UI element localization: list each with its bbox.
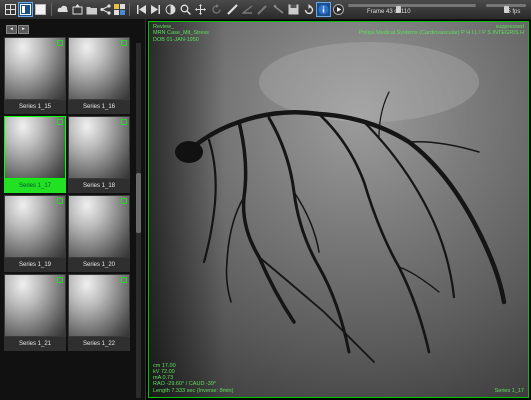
series-loaded-icon	[57, 40, 63, 46]
series-thumbnail-image	[68, 274, 130, 337]
save-icon[interactable]	[286, 2, 301, 17]
series-thumbnail-label: Series 1_19	[4, 258, 66, 272]
series-loaded-icon	[121, 119, 127, 125]
contrast-icon[interactable]	[163, 2, 178, 17]
series-thumbnail[interactable]: Series 1_16	[68, 37, 130, 114]
angle-icon[interactable]	[240, 2, 255, 17]
series-loaded-icon	[57, 277, 63, 283]
pan-icon[interactable]	[193, 2, 208, 17]
series-panel: ◂ ▸ Series 1_15 Series 1_16 Series 1_17 Ser…	[0, 19, 146, 400]
series-thumbnail[interactable]: Series 1_15	[4, 37, 66, 114]
white-screen-icon[interactable]	[33, 2, 48, 17]
series-thumbnail-image	[4, 37, 66, 100]
fps-label: 15 fps	[504, 9, 521, 15]
series-loaded-icon	[121, 277, 127, 283]
layout-icon[interactable]	[112, 2, 127, 17]
series-thumbnail[interactable]: Series 1_21	[4, 274, 66, 351]
export-icon[interactable]	[70, 2, 85, 17]
zoom-icon[interactable]	[178, 2, 193, 17]
last-frame-icon[interactable]	[148, 2, 163, 17]
series-thumbnail-image	[4, 195, 66, 258]
reset-icon[interactable]	[301, 2, 316, 17]
toolbar: Frame 43 of 110 15 fps	[0, 0, 531, 20]
next-page-button[interactable]: ▸	[18, 25, 29, 34]
info-icon[interactable]	[316, 2, 331, 17]
overlay-mrn: MRN Case_Mit_Stress	[153, 30, 209, 37]
series-thumbnail-image	[4, 274, 66, 337]
frame-slider[interactable]	[348, 4, 476, 13]
folder-icon[interactable]	[84, 2, 99, 17]
series-loaded-icon	[121, 198, 127, 204]
series-loaded-icon	[57, 198, 63, 204]
series-thumbnail-image	[68, 116, 130, 179]
single-view-icon[interactable]	[18, 2, 33, 17]
series-thumbnail[interactable]: Series 1_18	[68, 116, 130, 193]
series-thumbnail[interactable]: Series 1_22	[68, 274, 130, 351]
series-loaded-icon	[57, 119, 63, 125]
image-viewer[interactable]: Review_ MRN Case_Mit_Stress DOB 01-JAN-1…	[148, 21, 529, 398]
series-thumbnail[interactable]: Series 1_17	[4, 116, 66, 193]
ruler-icon[interactable]	[225, 2, 240, 17]
series-thumbnail-image	[68, 37, 130, 100]
overlay-dob: DOB 01-JAN-1950	[153, 36, 199, 43]
series-thumbnail-image	[68, 195, 130, 258]
first-frame-icon[interactable]	[134, 2, 149, 17]
series-thumbnail-image	[4, 116, 66, 179]
series-thumbnail[interactable]: Series 1_20	[68, 195, 130, 272]
series-thumbnail-label: Series 1_22	[68, 337, 130, 351]
grid-view-icon[interactable]	[3, 2, 18, 17]
prev-page-button[interactable]: ◂	[6, 25, 17, 34]
series-name-overlay: Series 1_17	[494, 387, 524, 394]
scrollbar-thumb[interactable]	[136, 173, 141, 233]
series-thumbnail-label: Series 1_18	[68, 179, 130, 193]
series-thumbnail-label: Series 1_16	[68, 100, 130, 114]
overlay-manufacturer: Philips Medical Systems (Cardiovascular)…	[358, 30, 524, 37]
series-loaded-icon	[121, 40, 127, 46]
rotate-icon[interactable]	[209, 2, 224, 17]
series-thumbnail[interactable]: Series 1_19	[4, 195, 66, 272]
patient-info-overlay: Review_ MRN Case_Mit_Stress DOB 01-JAN-1…	[153, 24, 209, 43]
device-info-overlay: suppressed Philips Medical Systems (Card…	[358, 24, 524, 37]
acquisition-overlay: cm 17.00 kV 72.00 mA 0.73 RAO -29.60° / …	[153, 363, 233, 394]
series-thumbnail-label: Series 1_21	[4, 337, 66, 351]
fps-slider[interactable]	[486, 4, 526, 13]
angiogram-image	[149, 22, 528, 397]
pen-icon[interactable]	[255, 2, 270, 17]
cloud-icon[interactable]	[55, 2, 70, 17]
share-icon[interactable]	[98, 2, 113, 17]
play-icon[interactable]	[331, 2, 346, 17]
series-scrollbar[interactable]	[136, 43, 141, 398]
calibrate-icon[interactable]	[271, 2, 286, 17]
overlay-length: Length 7.333 sec (Inverse: 8min)	[153, 387, 234, 394]
frame-counter: Frame 43 of 110	[367, 9, 411, 15]
series-thumbnail-label: Series 1_15	[4, 100, 66, 114]
series-thumbnail-label: Series 1_20	[68, 258, 130, 272]
series-thumbnail-label: Series 1_17	[4, 179, 66, 193]
